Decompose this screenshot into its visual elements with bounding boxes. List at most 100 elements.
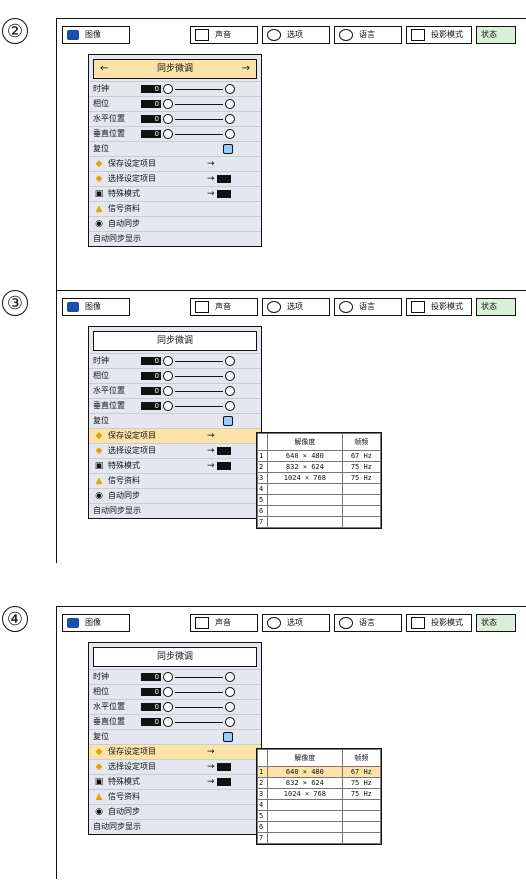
col-header-resolution: 解像度 xyxy=(267,749,343,767)
row-special[interactable]: ▣ 特殊模式 → xyxy=(89,458,261,473)
row-select[interactable]: ◆ 选择设定项目 → xyxy=(89,171,261,186)
table-row[interactable]: 5 xyxy=(257,810,382,822)
row-select[interactable]: ◆ 选择设定项目 → xyxy=(89,443,261,458)
row-phase[interactable]: 相位 0 xyxy=(89,684,261,699)
tab-image[interactable]: 图像 xyxy=(62,26,130,44)
tab-options[interactable]: 选项 xyxy=(262,614,330,632)
row-autosync[interactable]: ◉ 自动同步 xyxy=(89,804,261,819)
tab-image[interactable]: 图像 xyxy=(62,298,130,316)
tab-language[interactable]: 语言 xyxy=(334,614,402,632)
row-phase[interactable]: 相位 0 xyxy=(89,96,261,111)
slider-bar[interactable] xyxy=(175,104,223,105)
row-save[interactable]: ◆ 保存设定项目 → xyxy=(89,156,261,171)
row-signal[interactable]: ▲ 信号资料 xyxy=(89,789,261,804)
row-autosync-display[interactable]: 自动同步显示 xyxy=(89,503,261,518)
row-vpos[interactable]: 垂直位置 0 xyxy=(89,126,261,141)
tab-image[interactable]: 图像 xyxy=(62,614,130,632)
slider-bar[interactable] xyxy=(175,722,223,723)
slider-bar[interactable] xyxy=(175,406,223,407)
tab-language[interactable]: 语言 xyxy=(334,26,402,44)
table-row[interactable]: 4 xyxy=(257,483,382,495)
table-row[interactable]: 6 xyxy=(257,505,382,517)
tab-status[interactable]: 状态 xyxy=(476,298,516,316)
col-header-frequency: 帧频 xyxy=(341,433,382,451)
row-autosync-display[interactable]: 自动同步显示 xyxy=(89,819,261,834)
table-row[interactable]: 4 xyxy=(257,799,382,811)
slider-bar[interactable] xyxy=(175,376,223,377)
dial-icon xyxy=(225,401,235,411)
dial-icon xyxy=(225,371,235,381)
row-vpos[interactable]: 垂直位置 0 xyxy=(89,714,261,729)
tab-options[interactable]: 选项 xyxy=(262,26,330,44)
row-phase[interactable]: 相位 0 xyxy=(89,368,261,383)
slider-bar[interactable] xyxy=(175,361,223,362)
row-vpos[interactable]: 垂直位置 0 xyxy=(89,398,261,413)
sync-adjust-menu: 同步微调 时钟 0 相位 0 水平位置 0 垂直位置 0 复位 ◆ 保存设定项目 → ◆ 选择… xyxy=(88,326,262,519)
row-hpos[interactable]: 水平位置 0 xyxy=(89,699,261,714)
row-save[interactable]: ◆ 保存设定项目 → xyxy=(89,744,261,759)
slider-bar[interactable] xyxy=(175,119,223,120)
row-signal[interactable]: ▲ 信号资料 xyxy=(89,473,261,488)
tab-projection[interactable]: 投影模式 xyxy=(406,298,472,316)
tab-projection[interactable]: 投影模式 xyxy=(406,26,472,44)
tab-language[interactable]: 语言 xyxy=(334,298,402,316)
slider-bar[interactable] xyxy=(175,89,223,90)
diamond-arrow-icon: ◆ xyxy=(95,747,103,757)
value-block xyxy=(217,190,231,198)
slider-bar[interactable] xyxy=(175,677,223,678)
arrow-right-icon: → xyxy=(241,63,250,74)
table-row[interactable]: 2 832 × 624 75 Hz xyxy=(257,461,382,473)
table-row[interactable]: 3 1024 × 768 75 Hz xyxy=(257,788,382,800)
row-autosync[interactable]: ◉ 自动同步 xyxy=(89,216,261,231)
options-icon xyxy=(267,300,281,313)
tab-status[interactable]: 状态 xyxy=(476,614,516,632)
row-autosync-display[interactable]: 自动同步显示 xyxy=(89,231,261,246)
menu-title[interactable]: 同步微调 xyxy=(93,647,257,667)
options-icon xyxy=(267,616,281,629)
diamond-arrow-icon: ◆ xyxy=(95,762,103,772)
table-row[interactable]: 7 xyxy=(257,832,382,844)
tab-sound[interactable]: 声音 xyxy=(190,298,258,316)
row-signal[interactable]: ▲ 信号资料 xyxy=(89,201,261,216)
table-row[interactable]: 3 1024 × 768 75 Hz xyxy=(257,472,382,484)
menu-title[interactable]: ← 同步微调 → xyxy=(93,59,257,79)
row-reset[interactable]: 复位 xyxy=(89,413,261,428)
table-row[interactable]: 1 640 × 480 67 Hz xyxy=(257,450,382,462)
row-clock[interactable]: 时钟 0 xyxy=(89,669,261,684)
table-row[interactable]: 7 xyxy=(257,516,382,528)
row-hpos[interactable]: 水平位置 0 xyxy=(89,383,261,398)
arrow-left-icon: ← xyxy=(100,63,109,74)
row-autosync[interactable]: ◉ 自动同步 xyxy=(89,488,261,503)
arrow-right-icon: → xyxy=(207,777,215,787)
row-special[interactable]: ▣ 特殊模式 → xyxy=(89,774,261,789)
table-row[interactable]: 5 xyxy=(257,494,382,506)
dial-icon xyxy=(225,99,235,109)
tab-projection[interactable]: 投影模式 xyxy=(406,614,472,632)
row-clock[interactable]: 时钟 0 xyxy=(89,353,261,368)
tab-sound[interactable]: 声音 xyxy=(190,614,258,632)
row-special[interactable]: ▣ 特殊模式 → xyxy=(89,186,261,201)
slider-bar[interactable] xyxy=(175,692,223,693)
row-save[interactable]: ◆ 保存设定项目 → xyxy=(89,428,261,443)
row-hpos[interactable]: 水平位置 0 xyxy=(89,111,261,126)
special-mode-icon: ▣ xyxy=(94,461,104,471)
row-reset[interactable]: 复位 xyxy=(89,729,261,744)
table-row[interactable]: 6 xyxy=(257,821,382,833)
dial-icon xyxy=(225,114,235,124)
row-clock[interactable]: 时钟 0 xyxy=(89,81,261,96)
slider-bar[interactable] xyxy=(175,707,223,708)
speaker-icon xyxy=(195,28,209,41)
table-row[interactable]: 1 640 × 480 67 Hz xyxy=(257,766,382,778)
slider-bar[interactable] xyxy=(175,134,223,135)
row-select[interactable]: ◆ 选择设定项目 → xyxy=(89,759,261,774)
tab-sound[interactable]: 声音 xyxy=(190,26,258,44)
arrow-right-icon: → xyxy=(207,762,215,772)
saved-settings-table: 解像度 帧频 1 640 × 480 67 Hz 2 832 × 624 75 Hz 31… xyxy=(256,432,382,529)
slider-bar[interactable] xyxy=(175,391,223,392)
menu-title[interactable]: 同步微调 xyxy=(93,331,257,351)
dial-icon xyxy=(163,114,173,124)
tab-options[interactable]: 选项 xyxy=(262,298,330,316)
row-reset[interactable]: 复位 xyxy=(89,141,261,156)
tab-status[interactable]: 状态 xyxy=(476,26,516,44)
table-row[interactable]: 2 832 × 624 75 Hz xyxy=(257,777,382,789)
